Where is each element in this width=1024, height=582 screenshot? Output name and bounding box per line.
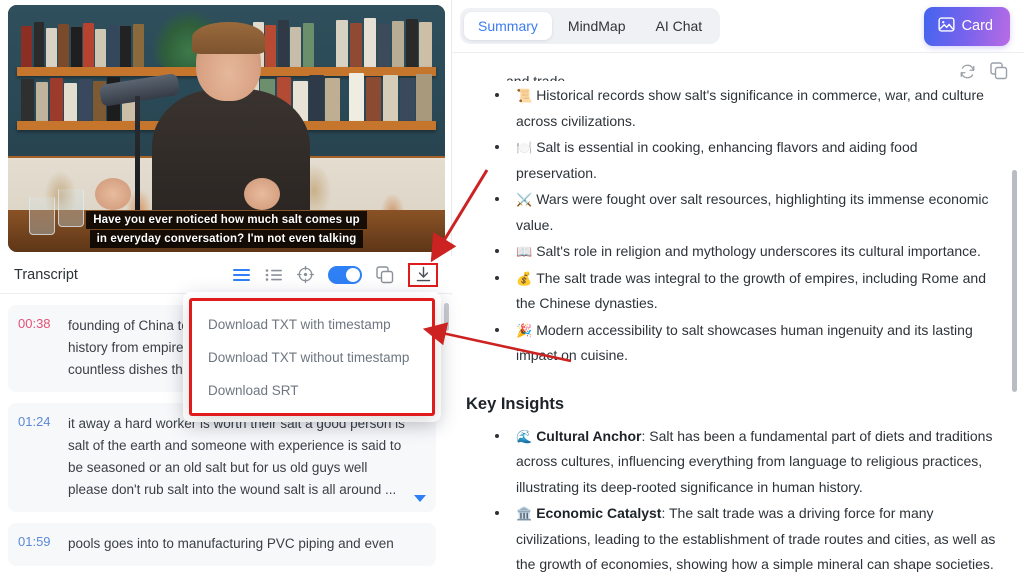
transcript-title: Transcript <box>14 267 78 283</box>
summary-bullet-text: Salt's role in religion and mythology un… <box>536 243 981 259</box>
image-card-icon <box>938 16 955 37</box>
transcript-text: pools goes into to manufacturing PVC pip… <box>68 533 426 555</box>
summary-bullet-list: 📜Historical records show salt's signific… <box>460 83 998 369</box>
bookshelf-books <box>336 17 432 66</box>
card-button-label: Card <box>962 18 993 34</box>
bookshelf-books <box>349 72 432 121</box>
transcript-text: it away a hard worker is worth their sal… <box>68 413 426 501</box>
refresh-icon[interactable] <box>959 62 976 80</box>
swords-icon: ⚔️ <box>516 192 532 207</box>
speaker-hand <box>95 178 131 210</box>
book-icon: 📖 <box>516 244 532 259</box>
key-insight-item: 🌊Cultural Anchor: Salt has been a fundam… <box>494 424 998 501</box>
copy-icon[interactable] <box>990 62 1008 80</box>
summary-bullet-text: Wars were fought over salt resources, hi… <box>516 191 989 233</box>
transcript-item[interactable]: 01:59 pools goes into to manufacturing P… <box>8 523 436 566</box>
transcript-timestamp[interactable]: 01:59 <box>18 533 68 555</box>
summary-bullet: 🍽️Salt is essential in cooking, enhancin… <box>494 135 998 186</box>
speaker-body <box>152 89 309 225</box>
tab-ai-chat[interactable]: AI Chat <box>642 12 717 40</box>
summary-actions <box>959 62 1008 80</box>
key-insights-list: 🌊Cultural Anchor: Salt has been a fundam… <box>460 424 998 582</box>
copy-icon[interactable] <box>376 266 394 284</box>
summary-bullet: 💰The salt trade was integral to the grow… <box>494 266 998 317</box>
speaker-hand <box>244 178 280 210</box>
download-menu[interactable]: Download TXT with timestamp Download TXT… <box>189 298 435 416</box>
right-panel-header: Summary MindMap AI Chat Card <box>452 0 1024 53</box>
auto-scroll-toggle[interactable] <box>328 266 362 284</box>
tab-summary[interactable]: Summary <box>464 12 552 40</box>
bank-icon: 🏛️ <box>516 506 532 521</box>
transcript-timestamp[interactable]: 01:24 <box>18 413 68 501</box>
transcript-header: Transcript <box>0 256 452 294</box>
speaker-hair <box>192 22 264 54</box>
summary-bullet: 📖 Salt's role in religion and mythology u… <box>494 239 998 265</box>
money-icon: 💰 <box>516 271 532 286</box>
video-frame: Have you ever noticed how much salt come… <box>8 5 445 252</box>
summary-bullet: 🎉Modern accessibility to salt showcases … <box>494 318 998 369</box>
scroll-icon: 📜 <box>516 88 532 103</box>
transcript-timestamp[interactable]: 00:38 <box>18 315 68 381</box>
summary-content: and trade. 📜Historical records show salt… <box>452 54 1024 582</box>
left-panel: Have you ever noticed how much salt come… <box>0 0 452 582</box>
download-button[interactable] <box>408 263 438 287</box>
video-player[interactable]: Have you ever noticed how much salt come… <box>8 5 445 252</box>
water-glass <box>58 189 84 227</box>
expand-caret-icon[interactable] <box>414 495 426 502</box>
wave-icon: 🌊 <box>516 429 532 444</box>
party-icon: 🎉 <box>516 323 532 338</box>
menu-item-download-txt-without-timestamp[interactable]: Download TXT without timestamp <box>192 341 432 374</box>
right-panel: Summary MindMap AI Chat Card <box>452 0 1024 582</box>
summary-bullet-text: Modern accessibility to salt showcases h… <box>516 322 973 364</box>
key-insight-title: Economic Catalyst <box>536 505 661 521</box>
summary-truncated-line: and trade. <box>506 68 998 81</box>
summary-bullet-text: Salt is essential in cooking, enhancing … <box>516 139 918 181</box>
key-insight-item: 🍴Culinary Foundation: Salt is indispensa… <box>494 579 998 582</box>
target-icon[interactable] <box>297 266 314 283</box>
microphone-stand <box>135 96 140 212</box>
menu-item-download-srt[interactable]: Download SRT <box>192 374 432 407</box>
app-root: Have you ever noticed how much salt come… <box>0 0 1024 582</box>
bookshelf-books <box>21 22 143 66</box>
transcript-toolbar <box>232 263 438 287</box>
list-view-icon[interactable] <box>265 267 283 283</box>
transcript-scrollbar[interactable] <box>444 303 449 331</box>
plate-icon: 🍽️ <box>516 140 532 155</box>
key-insight-title: Cultural Anchor <box>536 428 641 444</box>
key-insights-heading: Key Insights <box>466 395 998 414</box>
summary-bullet: 📜Historical records show salt's signific… <box>494 83 998 134</box>
summary-bullet-text: The salt trade was integral to the growt… <box>516 270 986 312</box>
card-button[interactable]: Card <box>924 7 1010 46</box>
menu-item-download-txt-with-timestamp[interactable]: Download TXT with timestamp <box>192 308 432 341</box>
paragraph-view-icon[interactable] <box>232 267 251 283</box>
tab-bar: Summary MindMap AI Chat <box>460 8 720 44</box>
summary-scrollbar[interactable] <box>1012 170 1017 392</box>
water-glass <box>29 197 55 235</box>
summary-bullet: ⚔️Wars were fought over salt resources, … <box>494 187 998 238</box>
key-insight-item: 🏛️Economic Catalyst: The salt trade was … <box>494 501 998 578</box>
summary-bullet-text: Historical records show salt's significa… <box>516 87 984 129</box>
tab-mindmap[interactable]: MindMap <box>554 12 640 40</box>
